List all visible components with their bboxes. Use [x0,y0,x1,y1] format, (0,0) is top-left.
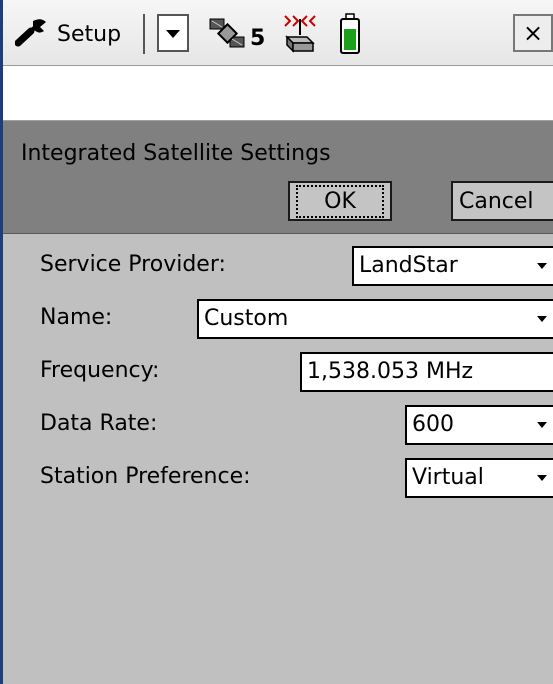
ok-label: OK [296,184,384,218]
data-rate-value: 600 [412,412,454,437]
top-bar: Setup 5 × [3,0,553,66]
frequency-value: 1,538.053 MHz [307,359,474,384]
satellite-count: 5 [250,26,266,51]
name-select[interactable]: Custom [197,299,553,339]
satellite-icon[interactable] [208,15,248,57]
app-menu-dropdown[interactable] [157,14,189,52]
data-rate-label: Data Rate: [40,411,158,436]
service-provider-select[interactable]: LandStar [352,246,553,286]
chevron-down-icon [537,316,547,322]
app-title: Setup [57,21,122,47]
station-preference-label: Station Preference: [40,464,251,489]
frequency-label: Frequency: [40,358,160,383]
chevron-down-icon [537,475,547,481]
service-provider-value: LandStar [359,253,458,278]
station-preference-select[interactable]: Virtual [405,458,553,498]
ok-button[interactable]: OK [288,181,392,221]
name-label: Name: [40,305,113,330]
radio-icon[interactable] [281,13,319,57]
close-icon: × [522,19,544,47]
page-title: Integrated Satellite Settings [21,141,331,166]
toolbar-separator [143,14,145,54]
frequency-input[interactable]: 1,538.053 MHz [300,352,553,392]
service-provider-label: Service Provider: [40,252,226,277]
close-button[interactable]: × [513,14,553,52]
chevron-down-icon [537,263,547,269]
settings-header: Integrated Satellite Settings OK Cancel [3,121,553,234]
battery-icon[interactable] [339,13,361,59]
command-bar [3,66,553,121]
chevron-down-icon [537,422,547,428]
cancel-button[interactable]: Cancel [451,181,553,221]
name-value: Custom [204,306,289,331]
station-preference-value: Virtual [412,465,484,490]
app-menu[interactable]: Setup [14,14,122,54]
data-rate-select[interactable]: 600 [405,405,553,445]
cancel-label: Cancel [459,188,534,214]
wrench-icon [14,17,49,51]
chevron-down-icon [165,24,181,43]
